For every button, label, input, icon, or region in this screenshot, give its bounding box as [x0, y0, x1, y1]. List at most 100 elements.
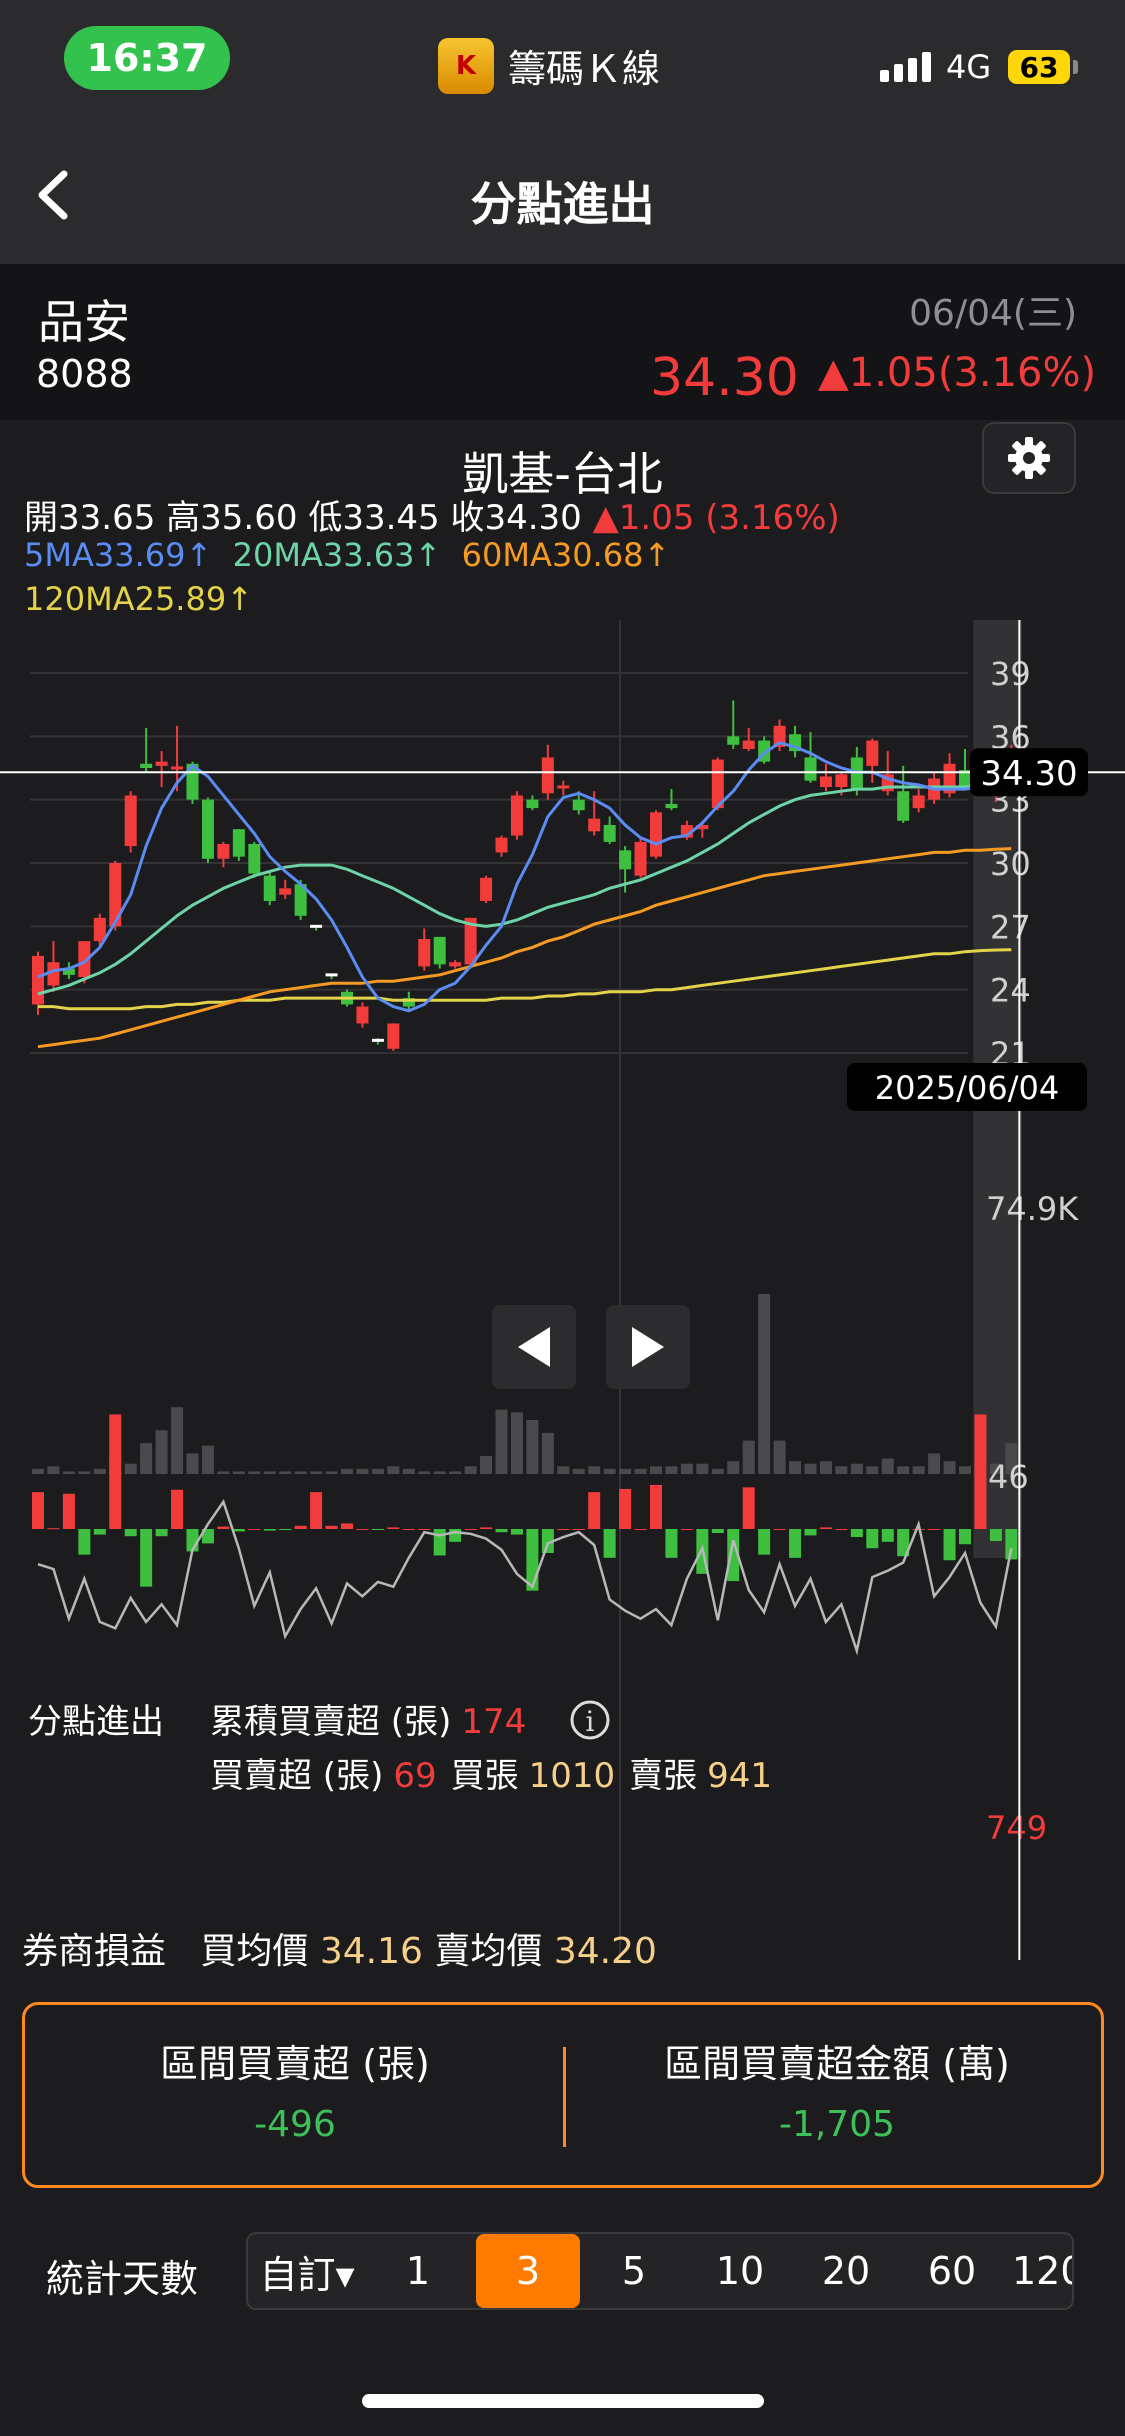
candle-body: [541, 757, 554, 794]
net-buy-sell-bar: [510, 1529, 523, 1535]
net-buy-sell-bar: [402, 1529, 415, 1530]
candle-body: [124, 795, 137, 847]
close-label: 收: [450, 498, 485, 538]
high-value: 35.60: [200, 498, 298, 538]
net-buy-sell-bar: [124, 1529, 137, 1537]
net-buy-sell-bar: [572, 1529, 585, 1530]
candle-body: [603, 825, 616, 842]
ma-legend-row-1: 5MA33.69↑ 20MA33.63↑ 60MA30.68↑: [24, 536, 670, 574]
flow-max-label: 749: [986, 1809, 1047, 1847]
interval-summary-box: 區間買賣超 (張) -496 區間買賣超金額 (萬) -1,705: [22, 2002, 1104, 2188]
next-candle-button[interactable]: [606, 1305, 690, 1389]
volume-bar: [402, 1468, 415, 1474]
ma-legend-row-2: 120MA25.89↑: [24, 580, 253, 618]
volume-bar: [217, 1471, 230, 1474]
volume-bar: [819, 1461, 832, 1474]
volume-bar: [680, 1463, 693, 1474]
sell-label: 賣張: [629, 1756, 697, 1796]
candle-body: [897, 791, 910, 821]
candle-body: [634, 841, 647, 876]
gear-icon: [1008, 437, 1050, 479]
candle-body: [418, 939, 431, 967]
ma20-legend: 20MA33.63↑: [232, 536, 442, 574]
volume-bar: [248, 1471, 261, 1474]
battery-tip: [1073, 60, 1078, 74]
interval-net-amount-value: -1,705: [778, 2104, 896, 2145]
chip-k-line-chart[interactable]: 3936333027242174.9K467490-822 34.302025/…: [0, 620, 1125, 1960]
net-buy-sell-bar: [989, 1529, 1002, 1542]
volume-bar: [387, 1466, 400, 1474]
price-tick-label: 24: [990, 972, 1031, 1010]
candle-body: [727, 736, 740, 745]
candle-body: [93, 917, 106, 942]
flow-cumulative-row: 累積買賣超 (張) 174: [210, 1702, 526, 1742]
candle-body: [263, 875, 276, 901]
volume-bar: [201, 1445, 214, 1474]
net-buy-sell-bar: [248, 1529, 261, 1530]
prev-candle-button[interactable]: [492, 1305, 576, 1389]
net-buy-sell-bar: [310, 1492, 323, 1529]
candle-body: [526, 799, 539, 809]
volume-bar: [93, 1468, 106, 1474]
status-time: 16:37: [64, 26, 230, 90]
net-buy-sell-bar: [881, 1529, 894, 1542]
candle-body: [650, 812, 662, 857]
net-buy-sell-bar: [171, 1489, 184, 1529]
ohlc-change: ▲1.05 (3.16%): [592, 498, 840, 538]
days-option-5[interactable]: 5: [582, 2234, 686, 2308]
candle-body: [279, 888, 292, 895]
net-buy-sell-bar: [850, 1529, 863, 1538]
volume-bar: [155, 1430, 168, 1474]
net-buy-sell-bar: [650, 1484, 662, 1529]
settings-button[interactable]: [982, 422, 1076, 494]
days-option-60[interactable]: 60: [900, 2234, 1004, 2308]
status-bar: 16:37 K 籌碼Ｋ線 4G 63: [0, 0, 1125, 130]
info-button[interactable]: i: [570, 1700, 610, 1740]
flow-title: 分點進出: [28, 1702, 164, 1742]
days-option-10[interactable]: 10: [688, 2234, 792, 2308]
interval-net-volume-label: 區間買賣超 (張): [160, 2042, 430, 2086]
stock-change: ▲1.05(3.16%): [818, 350, 1097, 396]
ma60-line: [37, 847, 1012, 1049]
days-option-custom[interactable]: 自訂▾: [248, 2234, 366, 2308]
cumulative-value: 174: [461, 1702, 526, 1742]
ma120-legend: 120MA25.89↑: [24, 580, 253, 618]
days-option-3[interactable]: 3: [476, 2234, 580, 2308]
volume-bar: [526, 1420, 539, 1474]
candle-body: [510, 795, 523, 836]
interval-net-amount: 區間買賣超金額 (萬) -1,705: [577, 2033, 1097, 2145]
days-option-1[interactable]: 1: [366, 2234, 470, 2308]
net-buy-sell-bar: [449, 1529, 462, 1542]
net-buy-sell-bar: [62, 1493, 75, 1529]
candle-body: [387, 1023, 400, 1049]
candle-body: [480, 877, 493, 901]
interval-net-amount-label: 區間買賣超金額 (萬): [664, 2042, 1010, 2086]
price-tick-label: 39: [990, 655, 1031, 693]
volume-bar: [634, 1468, 647, 1474]
candle-body: [495, 837, 508, 853]
buy-avg-label: 買均價: [200, 1931, 309, 1972]
volume-bar: [850, 1463, 863, 1474]
volume-bar: [140, 1443, 153, 1474]
interval-net-volume-value: -496: [254, 2104, 336, 2145]
net-buy-sell-bar: [155, 1529, 168, 1537]
network-type: 4G: [946, 48, 992, 86]
net-buy-sell-bar: [294, 1525, 307, 1529]
net-buy-sell-bar: [619, 1488, 632, 1529]
net-buy-sell-bar: [279, 1529, 292, 1530]
volume-min-label: 46: [988, 1458, 1029, 1496]
candle-body: [433, 936, 446, 965]
candle-body: [232, 829, 245, 857]
net-buy-sell-bar: [47, 1528, 60, 1530]
net-buy-sell-bar: [804, 1529, 817, 1536]
crosshair-date-label: 2025/06/04: [875, 1069, 1059, 1107]
net-buy-sell-bar: [480, 1527, 493, 1529]
pl-label: 券商損益: [22, 1931, 167, 1972]
net-buy-sell-bar: [974, 1414, 987, 1529]
stock-price: 34.30: [650, 348, 799, 408]
status-app-name: 籌碼Ｋ線: [508, 47, 661, 91]
days-option-20[interactable]: 20: [794, 2234, 898, 2308]
days-option-120[interactable]: 120: [1002, 2234, 1072, 2308]
volume-bar: [696, 1463, 709, 1474]
app-logo-icon: K: [438, 38, 494, 94]
